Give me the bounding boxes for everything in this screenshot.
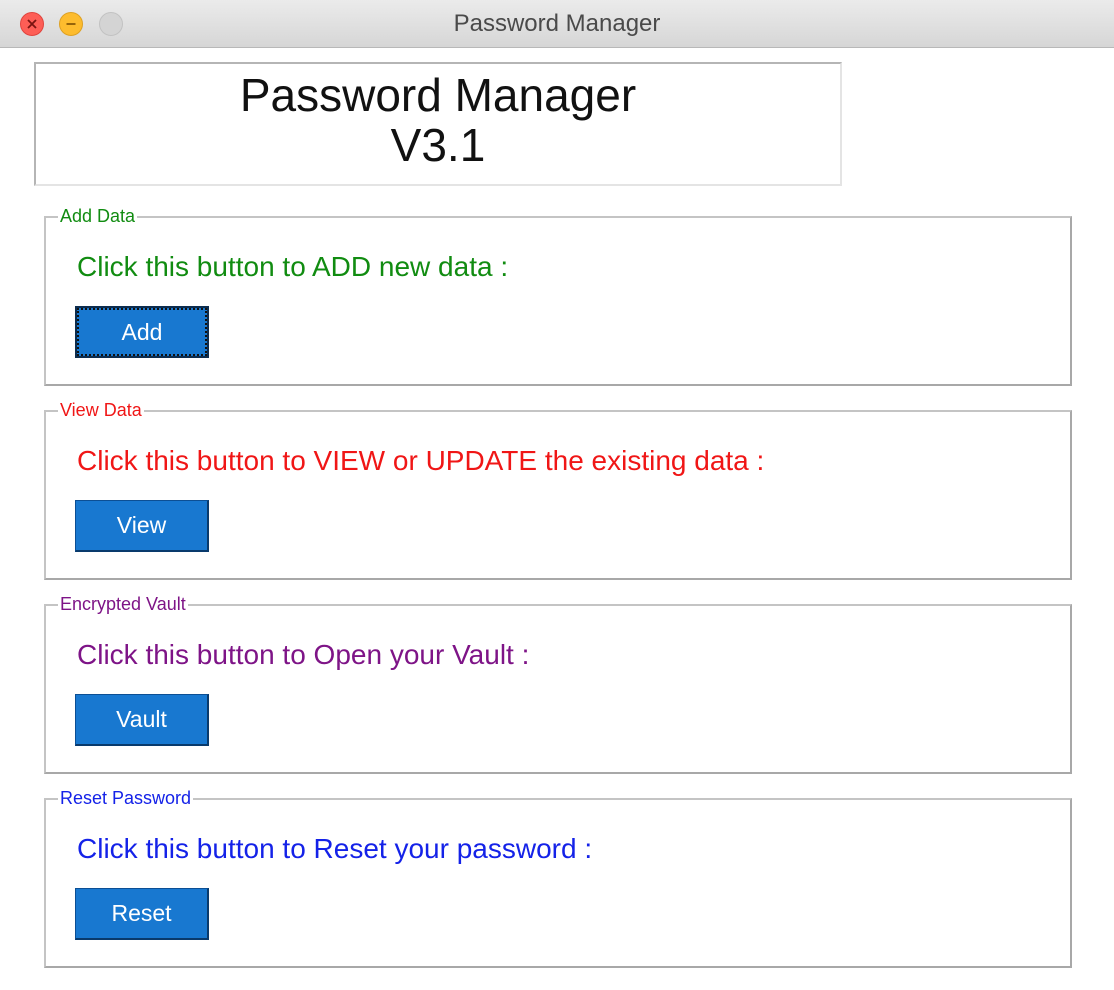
encrypted-vault-section: Encrypted Vault Click this button to Ope…: [44, 594, 1072, 774]
view-button[interactable]: View: [75, 500, 209, 552]
reset-password-description: Click this button to Reset your password…: [77, 833, 593, 864]
encrypted-vault-description: Click this button to Open your Vault :: [77, 639, 530, 670]
vault-button[interactable]: Vault: [75, 694, 209, 746]
add-data-description: Click this button to ADD new data :: [77, 251, 509, 282]
app-window: Password Manager Password Manager V3.1 A…: [0, 0, 1114, 990]
encrypted-vault-section-label: Encrypted Vault: [58, 594, 188, 614]
view-data-section-label: View Data: [58, 400, 144, 420]
app-title: Password Manager: [239, 69, 637, 121]
app-version: V3.1: [390, 119, 486, 171]
reset-password-section-label: Reset Password: [58, 788, 194, 808]
app-header: Password Manager V3.1: [34, 62, 842, 186]
window-title: Password Manager: [453, 10, 661, 37]
add-data-section: Add Data Click this button to ADD new da…: [44, 206, 1072, 386]
main-content: Password Manager V3.1 Add Data Click thi…: [0, 48, 1114, 990]
reset-password-section: Reset Password Click this button to Rese…: [44, 788, 1072, 968]
add-data-section-label: Add Data: [58, 206, 138, 226]
title-bar[interactable]: Password Manager: [0, 0, 1114, 48]
view-data-description: Click this button to VIEW or UPDATE the …: [77, 445, 765, 476]
view-data-section: View Data Click this button to VIEW or U…: [44, 400, 1072, 580]
reset-button[interactable]: Reset: [75, 888, 209, 940]
add-button[interactable]: Add: [75, 306, 209, 358]
